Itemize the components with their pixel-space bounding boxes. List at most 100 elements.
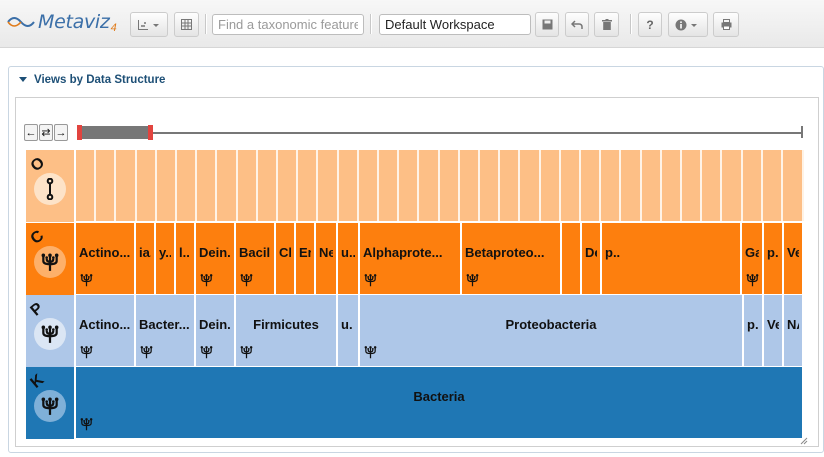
icicle-node[interactable] xyxy=(258,150,278,221)
panel-header[interactable]: Views by Data Structure xyxy=(9,67,823,92)
icicle-node[interactable] xyxy=(419,150,440,221)
icicle-node[interactable]: Ne.. xyxy=(316,223,338,294)
icicle-node[interactable]: NA xyxy=(784,295,804,366)
icicle-node[interactable] xyxy=(763,150,783,221)
resize-handle-icon[interactable] xyxy=(800,437,808,445)
icicle-node[interactable] xyxy=(278,150,298,221)
icicle-node[interactable] xyxy=(500,150,520,221)
save-workspace-button[interactable] xyxy=(535,12,559,37)
help-button[interactable]: ? xyxy=(638,12,662,37)
trident-icon xyxy=(200,345,213,362)
icicle-node[interactable]: Cl.. xyxy=(276,223,296,294)
icicle-node[interactable] xyxy=(621,150,642,221)
navigate-reset-button[interactable]: ⇄ xyxy=(39,124,53,141)
icicle-node[interactable]: Dein... xyxy=(196,223,236,294)
icicle-node[interactable] xyxy=(197,150,217,221)
icicle-plot: OC Actino... ia.. y.. l.. Dein... Bacill Cl.. Er… xyxy=(26,150,804,440)
icicle-node[interactable] xyxy=(339,150,359,221)
icicle-node[interactable] xyxy=(318,150,339,221)
node-label: Bacill xyxy=(239,245,271,260)
icicle-node[interactable]: Alphaprote... xyxy=(360,223,462,294)
navigate-left-button[interactable]: ← xyxy=(24,124,38,141)
trident-icon xyxy=(364,345,377,362)
icicle-node[interactable] xyxy=(601,150,621,221)
print-button[interactable] xyxy=(713,12,739,37)
icicle-node[interactable] xyxy=(662,150,682,221)
node-label: Alphaprote... xyxy=(363,245,443,260)
level-label-c[interactable]: C xyxy=(26,223,74,295)
icicle-node[interactable]: p. xyxy=(744,295,764,366)
icicle-node[interactable]: p.. xyxy=(602,223,742,294)
icicle-node[interactable]: Bacter... xyxy=(136,295,196,366)
icicle-node[interactable]: Ve. xyxy=(764,295,784,366)
icicle-node[interactable]: De.. xyxy=(582,223,602,294)
icicle-node[interactable] xyxy=(177,150,197,221)
range-slider-right-handle[interactable] xyxy=(148,125,153,140)
node-label: De.. xyxy=(585,245,597,260)
icicle-node[interactable] xyxy=(783,150,804,221)
icicle-node[interactable]: u.. xyxy=(338,223,360,294)
icicle-node[interactable] xyxy=(399,150,419,221)
collapse-caret-icon[interactable] xyxy=(19,77,27,82)
level-label-p[interactable]: P xyxy=(26,295,74,367)
node-label: Dein... xyxy=(199,245,231,260)
undo-button[interactable] xyxy=(565,12,589,37)
icicle-node[interactable] xyxy=(541,150,561,221)
icicle-node[interactable] xyxy=(238,150,258,221)
icicle-node[interactable] xyxy=(562,223,582,294)
icicle-node[interactable] xyxy=(157,150,177,221)
node-label: Ve.. xyxy=(787,245,799,260)
level-label-o[interactable]: O xyxy=(26,150,74,222)
table-view-button[interactable] xyxy=(174,12,199,37)
icicle-node[interactable]: Bacteria xyxy=(76,367,804,438)
icicle-node[interactable]: Proteobacteria xyxy=(360,295,744,366)
icicle-node[interactable] xyxy=(76,150,96,221)
icicle-node[interactable] xyxy=(96,150,116,221)
icicle-node[interactable] xyxy=(379,150,399,221)
icicle-node[interactable]: u. xyxy=(338,295,360,366)
trident-icon xyxy=(466,273,479,290)
icicle-node[interactable]: Dein... xyxy=(196,295,236,366)
icicle-node[interactable]: Firmicutes xyxy=(236,295,338,366)
icicle-node[interactable]: ia.. xyxy=(136,223,156,294)
icicle-node[interactable]: Betaproteo... xyxy=(462,223,562,294)
icicle-node[interactable]: Actino... xyxy=(76,295,136,366)
info-menu-button[interactable] xyxy=(668,12,708,37)
icicle-node[interactable] xyxy=(298,150,318,221)
icicle-node[interactable]: Actino... xyxy=(76,223,136,294)
icicle-node[interactable] xyxy=(561,150,581,221)
workspace-name-input[interactable] xyxy=(379,14,531,35)
range-slider-left-handle[interactable] xyxy=(77,125,82,140)
scatter-menu-button[interactable] xyxy=(130,12,168,37)
icicle-node[interactable] xyxy=(116,150,137,221)
trash-icon xyxy=(601,19,612,30)
icicle-node[interactable] xyxy=(581,150,601,221)
icicle-node[interactable] xyxy=(137,150,157,221)
icicle-node[interactable]: Bacill xyxy=(236,223,276,294)
icicle-node[interactable]: Gammaproteobac... xyxy=(742,223,764,294)
icicle-node[interactable] xyxy=(460,150,480,221)
icicle-node[interactable] xyxy=(440,150,460,221)
icicle-node[interactable]: Ve.. xyxy=(784,223,804,294)
icicle-node[interactable]: p. xyxy=(764,223,784,294)
icicle-node[interactable]: Er.. xyxy=(296,223,316,294)
icicle-node[interactable] xyxy=(359,150,379,221)
search-input[interactable] xyxy=(212,14,364,35)
level-label-k[interactable]: K xyxy=(26,367,74,439)
node-label: Gammaproteobac... xyxy=(745,245,759,260)
icicle-node[interactable] xyxy=(217,150,238,221)
icicle-node[interactable]: y.. xyxy=(156,223,176,294)
icicle-node[interactable]: l.. xyxy=(176,223,196,294)
icicle-node[interactable] xyxy=(642,150,662,221)
arrow-left-icon: ← xyxy=(25,126,37,139)
navigate-right-button[interactable]: → xyxy=(54,124,68,141)
icicle-node[interactable] xyxy=(682,150,702,221)
icicle-node[interactable] xyxy=(480,150,500,221)
delete-button[interactable] xyxy=(594,12,619,37)
icicle-node[interactable] xyxy=(743,150,763,221)
range-slider-track[interactable] xyxy=(78,132,802,134)
icicle-node[interactable] xyxy=(702,150,722,221)
range-slider-selection[interactable] xyxy=(80,126,152,139)
icicle-node[interactable] xyxy=(520,150,541,221)
icicle-node[interactable] xyxy=(722,150,743,221)
